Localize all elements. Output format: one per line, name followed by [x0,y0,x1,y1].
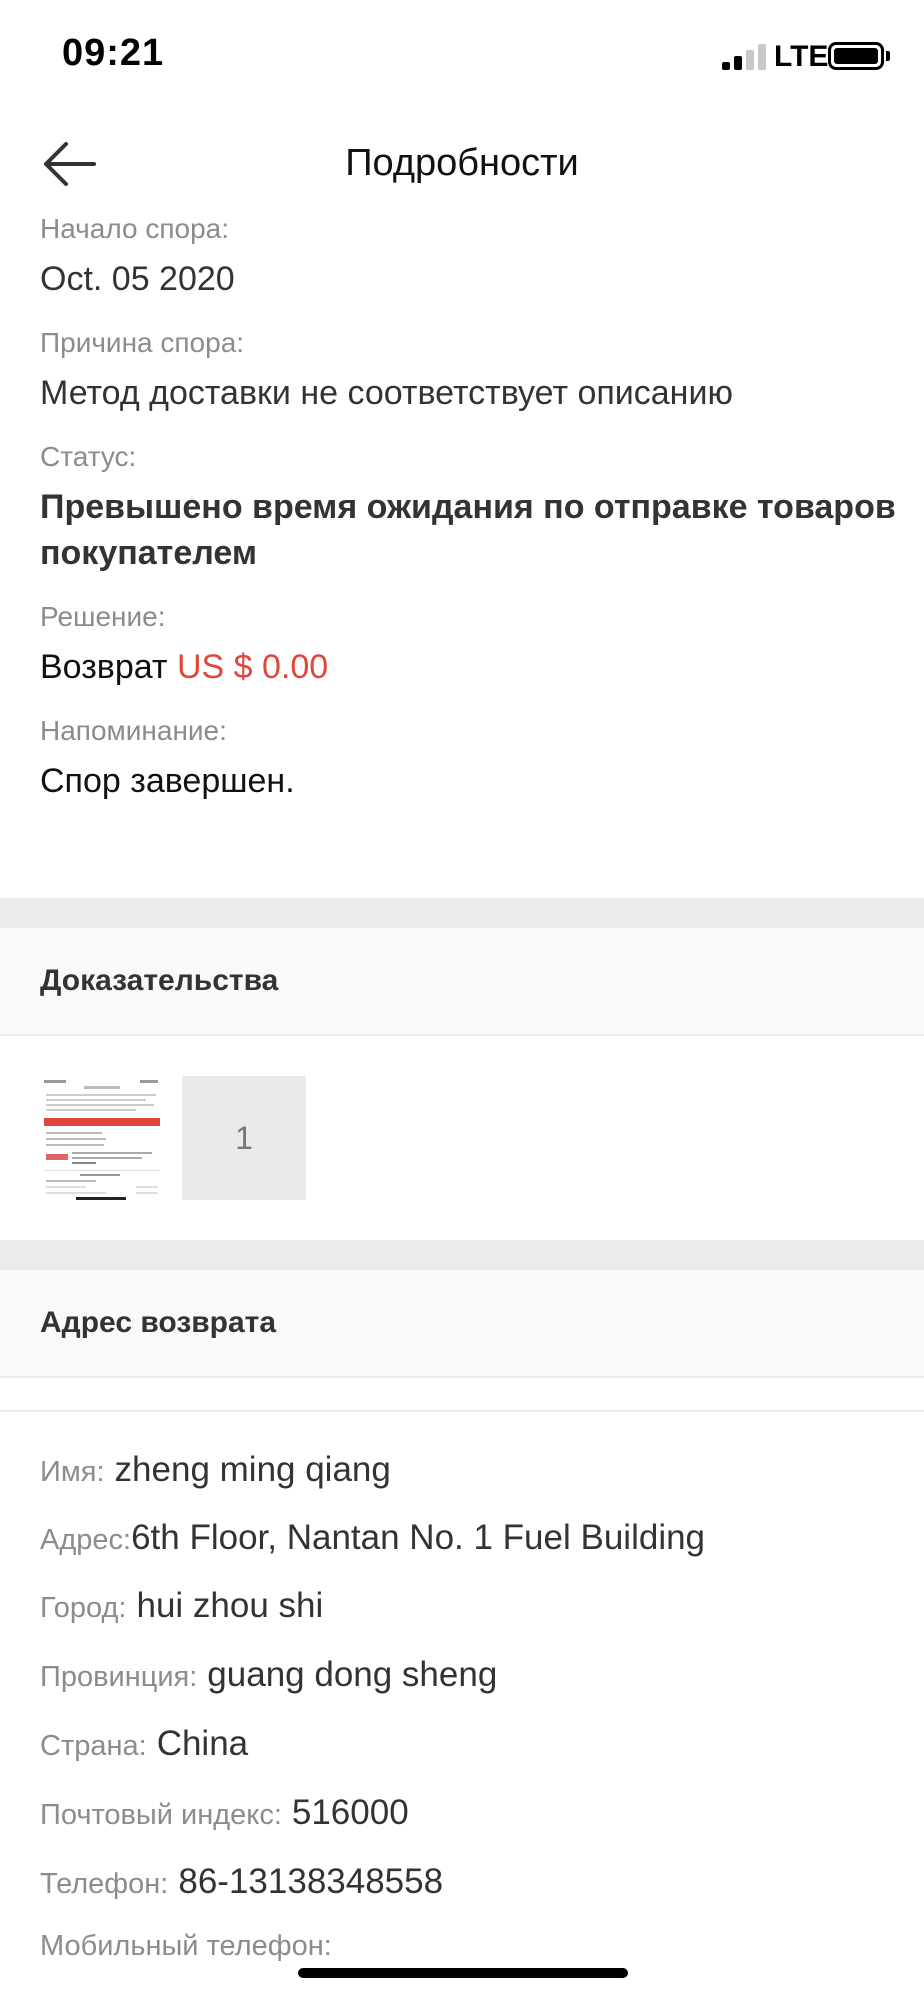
refund-amount: US $ 0.00 [176,648,329,686]
evidence-heading: Доказательства [40,964,279,997]
province-label: Провинция: [40,1661,198,1693]
address-row-phone: Телефон: 86-13138348558 [40,1862,900,1918]
section-divider [0,1240,924,1270]
zip-value: 516000 [291,1793,409,1832]
city-value: hui zhou shi [136,1586,324,1625]
screenshot-thumbnail-icon [40,1076,164,1200]
reminder-value: Спор завершен. [40,762,295,800]
battery-tip [886,51,890,61]
name-label: Имя: [40,1456,105,1488]
reminder-label: Напоминание: [40,715,227,746]
home-indicator[interactable] [298,1968,628,1978]
country-label: Страна: [40,1730,147,1762]
zip-label: Почтовый индекс: [40,1799,282,1831]
solution-value: Возврат US $ 0.00 [40,644,900,690]
status-time: 09:21 [62,32,165,74]
province-value: guang dong sheng [207,1655,498,1694]
evidence-more-count[interactable]: 1 [182,1076,306,1200]
address-value: 6th Floor, Nantan No. 1 Fuel Building [131,1518,706,1557]
reason-label: Причина спора: [40,327,245,358]
city-label: Город: [40,1592,127,1624]
status-bar: 09:21 LTE [0,0,924,110]
address-label: Адрес: [40,1524,132,1556]
address-row-country: Страна: China [40,1724,900,1780]
phone-label: Телефон: [40,1868,169,1900]
address-row-street: Адрес:6th Floor, Nantan No. 1 Fuel Build… [40,1518,900,1574]
section-divider [0,898,924,928]
name-value: zheng ming qiang [114,1450,391,1489]
reason-value: Метод доставки не соответствует описанию [40,374,733,412]
solution-prefix: Возврат [40,648,168,686]
phone-value: 86-13138348558 [178,1862,444,1901]
return-address-header: Адрес возврата [0,1270,924,1378]
start-label: Начало спора: [40,213,229,244]
evidence-header: Доказательства [0,928,924,1036]
battery-icon [828,42,884,70]
solution-label: Решение: [40,601,166,632]
page-title: Подробности [345,142,579,184]
address-row-name: Имя: zheng ming qiang [40,1450,900,1506]
evidence-thumbnail[interactable] [40,1076,164,1200]
address-row-city: Город: hui zhou shi [40,1586,900,1642]
signal-icon [722,44,768,70]
mobile-label: Мобильный телефон: [40,1930,332,1962]
status-label: Статус: [40,441,137,472]
start-value: Oct. 05 2020 [40,260,235,298]
address-separator [0,1410,924,1412]
dispute-details: Начало спора: Oct. 05 2020 Причина спора… [40,212,900,804]
return-address-heading: Адрес возврата [40,1306,277,1339]
address-row-zip: Почтовый индекс: 516000 [40,1793,900,1849]
country-value: China [156,1724,249,1763]
status-value: Превышено время ожидания по отправке тов… [40,488,896,572]
nav-bar: Подробности [0,110,924,218]
address-row-province: Провинция: guang dong sheng [40,1655,900,1711]
network-type: LTE [774,40,829,73]
